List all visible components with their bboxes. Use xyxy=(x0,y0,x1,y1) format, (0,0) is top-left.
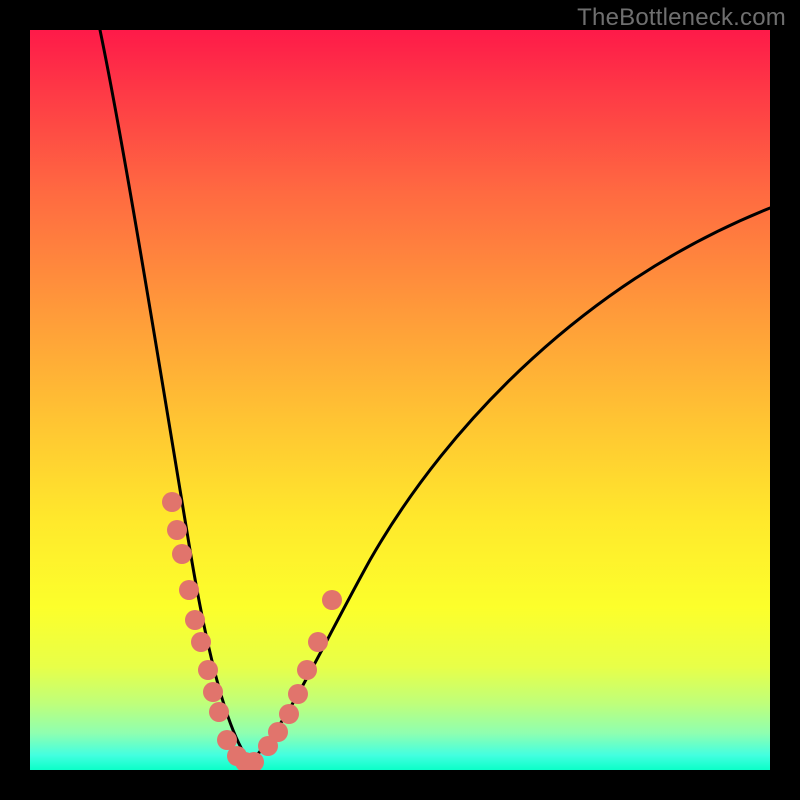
dot xyxy=(203,682,223,702)
dot xyxy=(162,492,182,512)
dot xyxy=(297,660,317,680)
dot xyxy=(279,704,299,724)
dot xyxy=(185,610,205,630)
marker-dots xyxy=(162,492,342,770)
dot xyxy=(308,632,328,652)
chart-svg xyxy=(30,30,770,770)
dot xyxy=(191,632,211,652)
dot xyxy=(172,544,192,564)
dot xyxy=(322,590,342,610)
dot xyxy=(268,722,288,742)
dot xyxy=(179,580,199,600)
dot xyxy=(167,520,187,540)
dot xyxy=(198,660,218,680)
chart-frame xyxy=(30,30,770,770)
curve-right xyxy=(250,208,770,762)
dot xyxy=(209,702,229,722)
watermark-text: TheBottleneck.com xyxy=(577,4,786,32)
curve-left xyxy=(100,30,250,762)
dot xyxy=(288,684,308,704)
